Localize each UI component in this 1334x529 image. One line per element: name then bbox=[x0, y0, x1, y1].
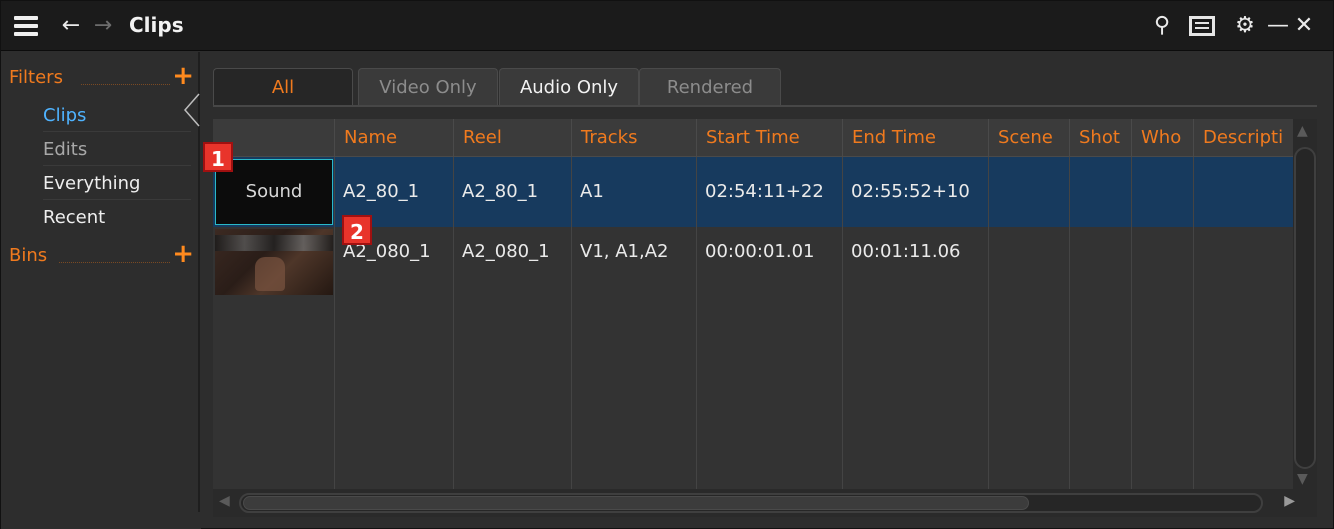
clips-table: Name Reel Tracks Start Time End Time Sce… bbox=[213, 119, 1293, 489]
bins-label: Bins bbox=[9, 245, 48, 266]
cell-tracks: V1, A1,A2 bbox=[580, 241, 669, 262]
scroll-up-arrow-icon[interactable]: ▲ bbox=[1297, 123, 1308, 139]
col-end-time[interactable]: End Time bbox=[842, 119, 988, 157]
bins-divider bbox=[59, 262, 170, 263]
sidebar-item-clips[interactable]: Clips bbox=[43, 100, 191, 132]
tab-video-only[interactable]: Video Only bbox=[358, 68, 498, 106]
cell-tracks: A1 bbox=[580, 181, 604, 202]
annotation-marker-1: 1 bbox=[203, 142, 233, 172]
back-arrow-icon[interactable]: ← bbox=[59, 12, 83, 40]
cell-end-time: 00:01:11.06 bbox=[851, 241, 961, 262]
filters-label: Filters bbox=[9, 67, 63, 88]
sidebar-item-edits[interactable]: Edits bbox=[43, 134, 191, 166]
annotation-marker-2: 2 bbox=[342, 215, 372, 245]
video-thumbnail[interactable] bbox=[215, 229, 333, 295]
column-divider bbox=[334, 157, 335, 489]
column-divider bbox=[696, 157, 697, 489]
horizontal-scroll-thumb[interactable] bbox=[243, 496, 1029, 510]
tab-rendered[interactable]: Rendered bbox=[639, 68, 781, 106]
hamburger-menu-icon[interactable] bbox=[12, 12, 40, 40]
bins-header: Bins + bbox=[9, 239, 194, 275]
cell-start-time: 00:00:01.01 bbox=[705, 241, 815, 262]
vertical-scrollbar[interactable]: ▲ ▼ bbox=[1293, 119, 1317, 489]
tab-underline bbox=[213, 105, 1317, 107]
list-view-icon[interactable] bbox=[1189, 12, 1219, 40]
clips-window: ← → Clips ⚲ ⚙ — ✕ Filters + Clips Edits … bbox=[0, 0, 1334, 529]
close-icon[interactable]: ✕ bbox=[1293, 12, 1315, 40]
add-bin-plus-icon[interactable]: + bbox=[172, 239, 194, 269]
cell-start-time: 02:54:11+22 bbox=[705, 181, 824, 202]
sidebar-item-everything[interactable]: Everything bbox=[43, 168, 191, 200]
column-divider bbox=[1193, 157, 1194, 489]
tab-all[interactable]: All bbox=[213, 68, 353, 106]
search-icon[interactable]: ⚲ bbox=[1150, 12, 1174, 40]
col-description[interactable]: Descripti bbox=[1193, 119, 1293, 157]
col-shot[interactable]: Shot bbox=[1069, 119, 1131, 157]
col-reel[interactable]: Reel bbox=[453, 119, 571, 157]
sidebar: Filters + Clips Edits Everything Recent … bbox=[1, 52, 201, 529]
horizontal-scroll-track[interactable] bbox=[239, 493, 1263, 513]
column-divider bbox=[988, 157, 989, 489]
window-title: Clips bbox=[129, 13, 184, 37]
clapperboard-image bbox=[215, 235, 333, 251]
cell-reel: A2_80_1 bbox=[462, 181, 539, 202]
col-name[interactable]: Name bbox=[334, 119, 453, 157]
selected-caret-icon bbox=[184, 93, 200, 127]
settings-gear-icon[interactable]: ⚙ bbox=[1231, 12, 1259, 40]
column-divider bbox=[1069, 157, 1070, 489]
cell-reel: A2_080_1 bbox=[462, 241, 550, 262]
hand-image bbox=[255, 257, 285, 291]
horizontal-scrollbar[interactable]: ◀ ▶ bbox=[213, 489, 1317, 517]
minimize-icon[interactable]: — bbox=[1267, 12, 1289, 40]
col-who[interactable]: Who bbox=[1131, 119, 1193, 157]
filters-header: Filters + bbox=[9, 61, 194, 97]
cell-end-time: 02:55:52+10 bbox=[851, 181, 970, 202]
forward-arrow-icon[interactable]: → bbox=[91, 12, 115, 40]
filters-divider bbox=[81, 84, 170, 85]
col-start-time[interactable]: Start Time bbox=[696, 119, 842, 157]
column-divider bbox=[571, 157, 572, 489]
col-scene[interactable]: Scene bbox=[988, 119, 1069, 157]
add-filter-plus-icon[interactable]: + bbox=[172, 61, 194, 91]
tab-audio-only[interactable]: Audio Only bbox=[499, 68, 639, 106]
title-bar: ← → Clips ⚲ ⚙ — ✕ bbox=[1, 1, 1333, 51]
column-divider bbox=[842, 157, 843, 489]
scroll-down-arrow-icon[interactable]: ▼ bbox=[1297, 471, 1308, 487]
col-tracks[interactable]: Tracks bbox=[571, 119, 696, 157]
vertical-scroll-track[interactable] bbox=[1294, 147, 1316, 469]
scroll-left-arrow-icon[interactable]: ◀ bbox=[219, 493, 230, 509]
scroll-right-arrow-icon[interactable]: ▶ bbox=[1284, 493, 1295, 509]
table-header: Name Reel Tracks Start Time End Time Sce… bbox=[213, 119, 1293, 157]
column-divider bbox=[1131, 157, 1132, 489]
column-divider bbox=[453, 157, 454, 489]
sidebar-item-recent[interactable]: Recent bbox=[43, 202, 191, 234]
